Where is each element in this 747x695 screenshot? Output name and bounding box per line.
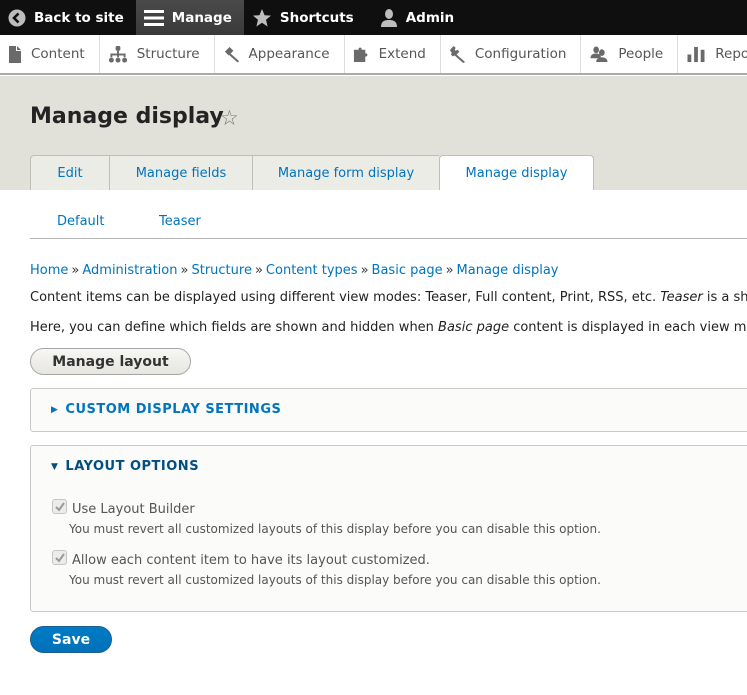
help-text-part: Here, you can define which fields are sh… <box>30 320 439 335</box>
star-outline-icon[interactable]: ☆ <box>220 106 239 130</box>
help-text-part: content is displayed in each view mode, … <box>513 320 747 335</box>
breadcrumb-manage-display[interactable]: Manage display <box>457 263 559 278</box>
manage-layout-button[interactable]: Manage layout <box>30 348 191 375</box>
tray-item-label: Structure <box>136 46 200 62</box>
admin-menu-tray: Content Structure Appearance Extend Conf… <box>0 35 747 75</box>
breadcrumb-content-types[interactable]: Content types <box>266 263 358 278</box>
breadcrumb-separator: » <box>71 263 80 278</box>
tray-item-appearance[interactable]: Appearance <box>215 35 345 73</box>
page-title: Manage display <box>30 104 224 129</box>
primary-tabs: Edit Manage fields Manage form display M… <box>30 155 594 190</box>
triangle-down-icon: ▼ <box>51 462 59 472</box>
use-layout-builder-label: Use Layout Builder <box>72 502 195 517</box>
tray-item-label: Appearance <box>248 46 330 62</box>
help-text-emphasis: Teaser <box>660 290 703 305</box>
wrench-icon <box>449 45 465 63</box>
tray-item-label: Content <box>31 46 85 62</box>
layout-options-toggle[interactable]: ▼ LAYOUT OPTIONS <box>51 459 199 474</box>
breadcrumb-administration[interactable]: Administration <box>82 263 177 278</box>
user-icon <box>380 8 397 27</box>
save-button[interactable]: Save <box>30 626 112 653</box>
help-text-fields: Here, you can define which fields are sh… <box>30 320 747 335</box>
use-layout-builder-description: You must revert all customized layouts o… <box>69 522 601 536</box>
sitemap-icon <box>108 45 127 63</box>
secondary-tabs: Default Teaser <box>30 205 747 239</box>
breadcrumb-basic-page[interactable]: Basic page <box>372 263 443 278</box>
breadcrumb-separator: » <box>360 263 369 278</box>
tray-item-reports[interactable]: Reports <box>678 35 747 73</box>
toolbar-shortcuts-label: Shortcuts <box>279 9 354 26</box>
tray-item-label: Extend <box>378 46 426 62</box>
breadcrumb-separator: » <box>254 263 263 278</box>
breadcrumb: Home» Administration» Structure» Content ty… <box>30 263 558 278</box>
custom-display-settings-panel: ▶ CUSTOM DISPLAY SETTINGS <box>30 388 747 432</box>
tray-item-label: Reports <box>715 46 747 62</box>
checkmark-icon <box>55 502 65 512</box>
breadcrumb-separator: » <box>180 263 189 278</box>
help-text-view-modes: Content items can be displayed using dif… <box>30 290 747 305</box>
bar-chart-icon <box>687 46 705 62</box>
puzzle-icon <box>353 47 367 62</box>
star-icon <box>252 8 271 26</box>
chevron-left-circle-icon <box>8 9 26 26</box>
tray-item-structure[interactable]: Structure <box>100 35 215 73</box>
tray-item-people[interactable]: People <box>581 35 679 73</box>
allow-custom-layout-description: You must revert all customized layouts o… <box>69 573 601 587</box>
tab-manage-display[interactable]: Manage display <box>439 155 594 190</box>
checkmark-icon <box>55 553 65 563</box>
toolbar-manage[interactable]: Manage <box>135 0 244 35</box>
tab-default[interactable]: Default <box>57 214 105 229</box>
custom-display-settings-toggle[interactable]: ▶ CUSTOM DISPLAY SETTINGS <box>51 402 281 417</box>
allow-custom-layout-checkbox[interactable] <box>52 550 67 565</box>
tray-item-configuration[interactable]: Configuration <box>441 35 582 73</box>
paintbrush-icon <box>224 46 239 63</box>
tab-teaser[interactable]: Teaser <box>159 214 201 229</box>
help-text-part: Content items can be displayed using dif… <box>30 290 661 305</box>
tray-item-extend[interactable]: Extend <box>345 35 441 73</box>
panel-title: CUSTOM DISPLAY SETTINGS <box>65 402 282 417</box>
tab-edit[interactable]: Edit <box>30 155 109 190</box>
breadcrumb-structure[interactable]: Structure <box>191 263 251 278</box>
panel-title: LAYOUT OPTIONS <box>65 459 200 474</box>
page-header: Manage display ☆ Edit Manage fields Mana… <box>0 76 747 190</box>
tab-manage-form-display[interactable]: Manage form display <box>252 155 439 190</box>
admin-toolbar: Back to site Manage Shortcuts Admin <box>0 0 747 35</box>
toolbar-back-to-site-label: Back to site <box>34 9 124 26</box>
breadcrumb-home[interactable]: Home <box>30 263 68 278</box>
use-layout-builder-checkbox[interactable] <box>52 499 67 514</box>
toolbar-admin-label: Admin <box>405 9 455 26</box>
toolbar-back-to-site[interactable]: Back to site <box>0 0 136 35</box>
tray-item-label: People <box>618 46 664 62</box>
allow-custom-layout-label: Allow each content item to have its layo… <box>72 553 430 568</box>
hamburger-icon <box>143 9 164 26</box>
toolbar-admin[interactable]: Admin <box>366 0 466 35</box>
toolbar-manage-label: Manage <box>171 9 232 26</box>
breadcrumb-separator: » <box>445 263 454 278</box>
tab-manage-fields[interactable]: Manage fields <box>109 155 252 190</box>
people-icon <box>590 45 608 62</box>
help-text-part: is a short format that is typically used… <box>706 290 747 305</box>
tray-item-label: Configuration <box>474 46 567 62</box>
toolbar-shortcuts[interactable]: Shortcuts <box>244 0 366 35</box>
help-text-emphasis: Basic page <box>438 320 510 335</box>
file-icon <box>9 45 21 63</box>
tray-item-content[interactable]: Content <box>0 35 100 73</box>
triangle-right-icon: ▶ <box>51 405 59 415</box>
